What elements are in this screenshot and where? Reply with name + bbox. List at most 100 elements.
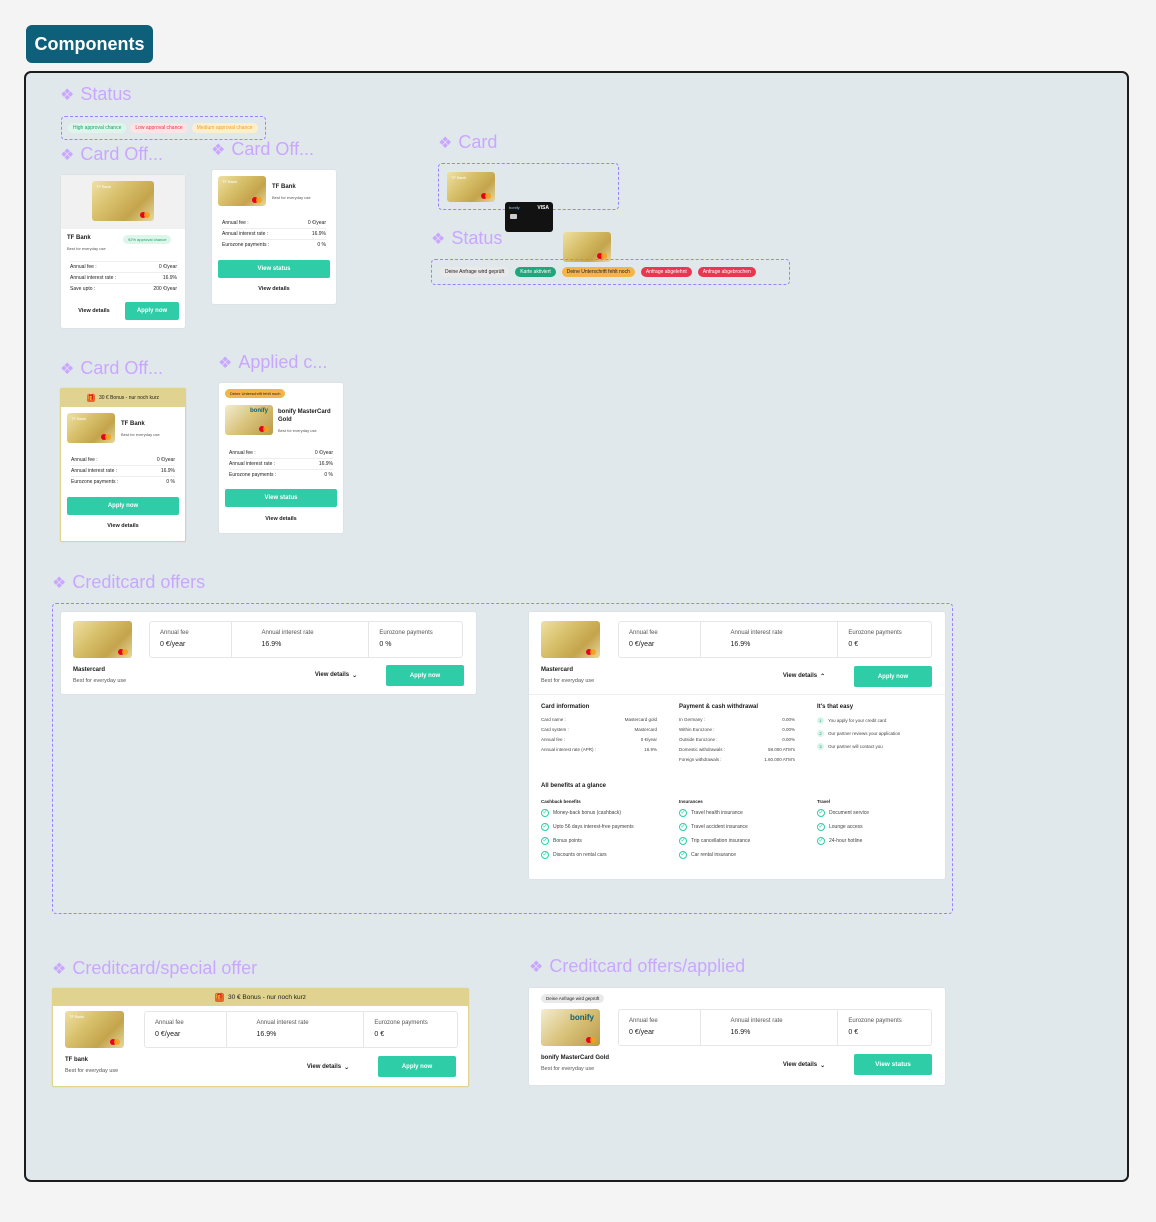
mastercard-icon xyxy=(110,1039,120,1045)
view-details-toggle[interactable]: View details ⌄ xyxy=(769,1057,839,1073)
view-details-label: View details xyxy=(782,673,818,679)
benefit-item: ✓ Discounts on rental cars xyxy=(541,851,671,859)
check-circle-icon: ✓ xyxy=(541,809,549,817)
bonify-card-image: bonify xyxy=(541,1009,600,1046)
info-value: 0.00% xyxy=(782,737,795,742)
card-subtitle: Best for everyday use xyxy=(65,1068,119,1074)
component-icon: ❖ xyxy=(60,360,75,378)
stat-label: Annual fee xyxy=(629,1018,658,1024)
view-details-toggle[interactable]: View details ⌄ xyxy=(293,1059,363,1075)
section-title: Card Off... xyxy=(80,144,164,164)
detail-value: 0 €/year xyxy=(156,457,175,463)
gold-card-image xyxy=(541,621,600,658)
detail-key: Annual interest rate : xyxy=(222,231,269,237)
check-circle-icon: ✓ xyxy=(541,851,549,859)
stat-label: Eurozone payments xyxy=(374,1020,428,1026)
status-pill-activated: Karte aktiviert xyxy=(515,267,556,277)
info-row: Outside Eurozone : 0.00% xyxy=(679,737,795,742)
stat-value: 16.9% xyxy=(256,1031,277,1038)
section-title: Card Off... xyxy=(80,358,164,378)
divider xyxy=(529,694,945,695)
stat-value: 0 €/year xyxy=(160,641,186,648)
card-offer-vertical: TF Bank TF Bank Best for everyday use 92… xyxy=(61,175,185,328)
section-label-special-offer: ❖ Creditcard/special offer xyxy=(52,958,257,979)
bonus-banner: 🎁 30 € Bonus - nur noch kurz xyxy=(61,389,185,407)
benefit-text: Document service xyxy=(829,810,870,816)
card-subtitle: Best for everyday use xyxy=(67,246,106,251)
stat-interest-rate: Annual interest rate 16.9% xyxy=(701,1010,839,1045)
benefit-item: ✓ Bonus points xyxy=(541,837,671,845)
section-label-applied: ❖ Applied c... xyxy=(218,352,327,373)
benefit-item: ✓ Lounge access xyxy=(817,823,937,831)
status-pill-high: High approval chance xyxy=(68,123,127,133)
stat-label: Annual interest rate xyxy=(730,630,783,636)
offer-details-list: Annual fee : 0 €/year Annual interest rat… xyxy=(70,261,177,294)
benefit-text: Bonus points xyxy=(553,838,582,844)
stat-eurozone: Eurozone payments 0 % xyxy=(369,622,462,657)
apply-now-button[interactable]: Apply now xyxy=(67,497,179,515)
view-details-link[interactable]: View details xyxy=(225,513,337,525)
stat-eurozone: Eurozone payments 0 € xyxy=(838,1010,931,1045)
info-key: Outside Eurozone : xyxy=(679,737,718,742)
stat-label: Eurozone payments xyxy=(379,630,433,636)
component-icon: ❖ xyxy=(52,574,67,592)
card-information-section: Card information Card name : Mastercard g… xyxy=(541,704,657,757)
apply-now-button[interactable]: Apply now xyxy=(378,1056,456,1077)
detail-row: Annual interest rate : 16.9% xyxy=(229,459,333,470)
info-value: 0.00% xyxy=(782,727,795,732)
step-number-icon: 1 xyxy=(817,717,824,724)
card-subtitle: Best for everyday use xyxy=(121,432,160,437)
info-key: In Germany : xyxy=(679,717,706,722)
chevron-down-icon: ⌄ xyxy=(344,1064,350,1071)
gold-card-image: TF Bank xyxy=(65,1011,124,1048)
card-name: bonify MasterCard Gold xyxy=(278,409,331,423)
apply-now-button[interactable]: Apply now xyxy=(854,666,932,687)
status-pill-rejected: Anfrage abgelehnt xyxy=(640,267,692,277)
view-status-button[interactable]: View status xyxy=(225,489,337,507)
apply-now-button[interactable]: Apply now xyxy=(386,665,464,686)
detail-key: Annual fee : xyxy=(71,457,98,463)
creditcard-offer-applied: Deine Anfrage wird geprüft bonify bonify… xyxy=(529,988,945,1085)
payment-withdrawal-section: Payment & cash withdrawal In Germany : 0.… xyxy=(679,704,795,767)
info-row: Card name : Mastercard gold xyxy=(541,717,657,722)
view-status-button[interactable]: View status xyxy=(854,1054,932,1075)
stat-annual-fee: Annual fee 0 €/year xyxy=(150,622,232,657)
detail-value: 0 % xyxy=(324,472,333,478)
card-brand: TF Bank xyxy=(69,1014,85,1019)
card-offer-special-compact: 🎁 30 € Bonus - nur noch kurz TF Bank TF B… xyxy=(60,388,186,542)
step-item: 2 Our partner reviews your application xyxy=(817,730,937,737)
view-details-toggle[interactable]: View details ⌃ xyxy=(769,668,839,684)
stat-annual-fee: Annual fee 0 €/year xyxy=(619,622,701,657)
view-status-button[interactable]: View status xyxy=(218,260,330,278)
applied-card-compact: Deine Unterschrift fehlt noch bonify bon… xyxy=(219,383,343,533)
stat-label: Annual fee xyxy=(160,630,189,636)
card-brand: TF Bank xyxy=(451,175,467,180)
detail-key: Annual fee : xyxy=(229,450,256,456)
check-circle-icon: ✓ xyxy=(679,851,687,859)
view-details-toggle[interactable]: View details ⌄ xyxy=(301,667,371,683)
info-value: Mastercard gold xyxy=(624,717,657,722)
stat-annual-fee: Annual fee 0 €/year xyxy=(619,1010,701,1045)
stat-label: Annual interest rate xyxy=(730,1018,783,1024)
stat-label: Annual fee xyxy=(629,630,658,636)
detail-key: Annual fee : xyxy=(70,264,97,270)
stat-value: 0 € xyxy=(848,1029,859,1036)
detail-row: Annual interest rate : 16.9% xyxy=(71,466,175,477)
detail-row: Eurozone payments : 0 % xyxy=(229,470,333,480)
card-subtitle: Best for everyday use xyxy=(278,428,317,433)
stat-value: 16.9% xyxy=(261,641,282,648)
offer-stats: Annual fee 0 €/year Annual interest rate 1… xyxy=(618,621,932,658)
benefits-heading: All benefits at a glance xyxy=(541,783,607,789)
apply-now-button[interactable]: Apply now xyxy=(125,302,179,320)
view-details-link[interactable]: View details xyxy=(218,283,330,295)
info-value: 0 €/year xyxy=(640,737,657,742)
gold-card-image xyxy=(73,621,132,658)
gold-card-image: TF Bank xyxy=(67,413,115,443)
creditcard-offer-collapsed: Mastercard Best for everyday use Annual … xyxy=(61,612,476,694)
stat-value: 0 % xyxy=(379,641,392,648)
view-details-link[interactable]: View details xyxy=(69,303,119,319)
mastercard-icon xyxy=(586,649,596,655)
view-details-link[interactable]: View details xyxy=(67,520,179,532)
info-value: 0.00% xyxy=(782,717,795,722)
section-label-creditcard-offers: ❖ Creditcard offers xyxy=(52,572,205,593)
